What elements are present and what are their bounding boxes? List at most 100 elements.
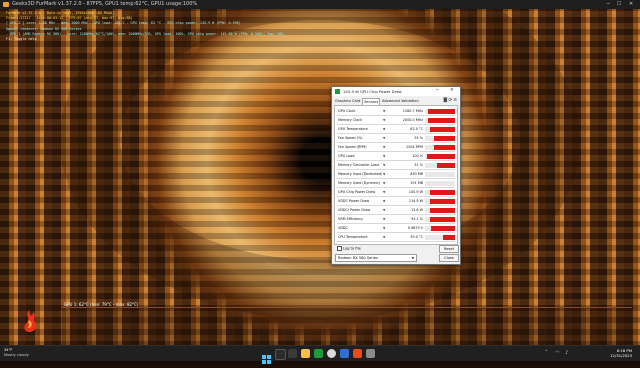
edge-icon[interactable] <box>340 349 349 358</box>
log-to-file-label: Log to file <box>343 246 361 251</box>
dropdown-arrow-icon[interactable]: ▼ <box>383 118 385 122</box>
sensor-row: VRM Efficiency ▼ 93.1 % <box>337 216 455 224</box>
dropdown-arrow-icon[interactable]: ▼ <box>383 190 385 194</box>
minimize-icon[interactable]: ─ <box>607 1 610 7</box>
sensor-label: VDDC Power Draw <box>338 199 370 203</box>
furmark-window-title: Geeks3D FurMark v1.37.2.0 - 87FPS, GPU1 … <box>12 1 198 7</box>
sensor-graph-fill <box>429 208 455 213</box>
wifi-icon[interactable]: ◠ <box>555 350 559 356</box>
sensor-graph-fill <box>429 190 455 195</box>
dropdown-arrow-icon[interactable]: ▼ <box>383 109 385 113</box>
gpu-select-dropdown[interactable]: Radeon RX 580 Series ▼ <box>335 254 417 262</box>
sensor-label: CPU Temperature <box>338 235 368 239</box>
dropdown-arrow-icon[interactable]: ▼ <box>383 199 385 203</box>
minimize-icon[interactable]: ─ <box>436 88 439 93</box>
sensor-row: Fan Speed (%) ▼ 55 % <box>337 135 455 143</box>
volume-icon[interactable]: ♪ <box>565 350 568 356</box>
sensor-value: 13.6 W <box>411 208 423 212</box>
osd-line: - GPU 1 (AMD Radeon RX 580) - core: 1280… <box>6 31 284 36</box>
checkbox-icon[interactable] <box>337 246 342 251</box>
temperature-graph <box>62 307 632 345</box>
sensor-graph <box>425 181 455 186</box>
sensor-label: GPU Load <box>338 154 355 158</box>
tab-graphics-card[interactable]: Graphics Card <box>334 98 361 104</box>
sensor-row: VDDCI Power Draw ▼ 13.6 W <box>337 207 455 215</box>
taskbar-clock[interactable]: 6:18 PM 12/31/2023 <box>592 348 632 358</box>
furmark-osd: FurMark v1.37.2.0 - Burn-in test, 1920x1… <box>6 11 284 42</box>
search-icon[interactable] <box>275 349 286 360</box>
sensor-label: Memory Used (Dedicated) <box>338 172 382 176</box>
sensor-graph-fill <box>428 118 455 123</box>
close-icon[interactable]: ✕ <box>450 88 454 93</box>
log-to-file-checkbox[interactable]: Log to file <box>337 246 361 251</box>
dropdown-arrow-icon[interactable]: ▼ <box>383 172 385 176</box>
sensor-graph-fill <box>434 145 455 150</box>
sensor-label: Memory Clock <box>338 118 363 122</box>
sensor-row: GPU Load ▼ 100 % <box>337 153 455 161</box>
sensor-row: Memory Used (Dynamic) ▼ 191 MB <box>337 180 455 188</box>
furmark-taskbar-icon[interactable] <box>353 349 362 358</box>
sensor-value: 191 MB <box>410 181 423 185</box>
sensor-label: VRM Efficiency <box>338 217 364 221</box>
sensor-graph <box>425 172 455 177</box>
sensor-graph-fill <box>428 109 455 114</box>
sensor-value: 830 MB <box>410 172 423 176</box>
system-tray[interactable]: ˄ ◠ ♪ <box>545 350 568 356</box>
sensor-value: 55 % <box>414 136 423 140</box>
sensor-graph-fill <box>426 154 455 159</box>
tab-sensors[interactable]: Sensors <box>362 98 381 105</box>
sensor-row: Memory Used (Dedicated) ▼ 830 MB <box>337 171 455 179</box>
dropdown-arrow-icon[interactable]: ▼ <box>383 127 385 131</box>
sensor-value: 93.1 % <box>411 217 423 221</box>
chevron-up-icon[interactable]: ˄ <box>545 350 548 356</box>
sensor-value: 51 % <box>414 163 423 167</box>
dropdown-arrow-icon[interactable]: ▼ <box>383 136 385 140</box>
maximize-icon[interactable]: ☐ <box>617 1 621 7</box>
gpuz-tool-icons: ◙⟳≡ <box>443 98 458 103</box>
file-explorer-icon[interactable] <box>301 349 310 358</box>
sensor-graph-fill <box>429 217 455 222</box>
menu-icon[interactable]: ≡ <box>453 98 458 103</box>
dropdown-arrow-icon[interactable]: ▼ <box>383 154 385 158</box>
gpuz-window: 145.9 W GPU Chip Power Draw ─ ✕ Graphics… <box>331 86 461 265</box>
sensor-value: 62.0 °C <box>410 127 423 131</box>
dropdown-arrow-icon[interactable]: ▼ <box>383 181 385 185</box>
gpu-select-value: Radeon RX 580 Series <box>338 256 378 260</box>
settings-icon[interactable] <box>366 349 375 358</box>
furmark-app-icon <box>3 2 9 7</box>
dropdown-arrow-icon[interactable]: ▼ <box>383 235 385 239</box>
furmark-titlebar[interactable]: Geeks3D FurMark v1.37.2.0 - 87FPS, GPU1 … <box>0 0 640 9</box>
sensor-value: 2000.0 MHz <box>402 118 423 122</box>
sensor-graph-fill <box>434 136 455 141</box>
sensor-graph <box>425 154 455 159</box>
dropdown-arrow-icon[interactable]: ▼ <box>383 217 385 221</box>
sensor-value: 0.9879 V <box>407 226 423 230</box>
dropdown-arrow-icon[interactable]: ▼ <box>383 226 385 230</box>
sensor-graph <box>425 127 455 132</box>
sensor-graph-fill <box>429 199 455 204</box>
tab-validation[interactable]: Validation <box>400 98 420 104</box>
gpuz-titlebar[interactable]: 145.9 W GPU Chip Power Draw ─ ✕ <box>332 87 460 96</box>
chevron-down-icon: ▼ <box>411 256 414 260</box>
sensor-graph <box>425 190 455 195</box>
chrome-icon[interactable] <box>327 349 336 358</box>
weather-widget[interactable]: 34°F Mostly cloudy <box>4 348 29 358</box>
sensor-graph <box>425 217 455 222</box>
windows-start-icon[interactable] <box>262 349 271 364</box>
sensor-graph <box>425 235 455 240</box>
task-view-icon[interactable] <box>288 349 297 358</box>
sensor-graph-fill <box>429 127 455 132</box>
gpuz-taskbar-icon[interactable] <box>314 349 323 358</box>
tab-advanced[interactable]: Advanced <box>381 98 401 104</box>
close-icon[interactable]: ✕ <box>629 1 633 7</box>
reset-button[interactable]: Reset <box>439 245 459 253</box>
dropdown-arrow-icon[interactable]: ▼ <box>383 208 385 212</box>
sensor-row: Memory Controller Load ▼ 51 % <box>337 162 455 170</box>
dropdown-arrow-icon[interactable]: ▼ <box>383 145 385 149</box>
sensor-graph-fill <box>431 226 455 231</box>
sensor-label: Fan Speed (%) <box>338 136 363 140</box>
gpuz-tabs: Graphics Card Sensors Advanced Validatio… <box>334 98 458 105</box>
close-button[interactable]: Close <box>439 254 459 262</box>
dropdown-arrow-icon[interactable]: ▼ <box>383 163 385 167</box>
sensor-label: GPU Clock <box>338 109 356 113</box>
